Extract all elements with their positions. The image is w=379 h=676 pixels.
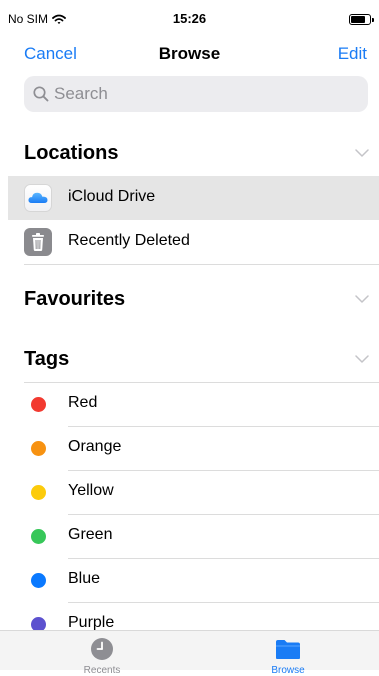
search-placeholder: Search	[54, 84, 108, 104]
search-icon	[32, 85, 50, 103]
tag-color-dot	[31, 397, 46, 412]
section-title-favourites: Favourites	[24, 288, 125, 311]
tag-label: Yellow	[68, 482, 114, 500]
tag-color-dot	[31, 529, 46, 544]
folder-icon	[275, 638, 301, 660]
section-header-tags[interactable]: Tags	[0, 338, 379, 382]
tag-label: Blue	[68, 570, 100, 588]
tab-bar: Recents Browse	[0, 630, 379, 670]
battery-nub	[372, 18, 374, 22]
clock-icon	[90, 637, 114, 661]
status-bar: No SIM 15:26	[0, 0, 379, 40]
navigation-bar: Cancel Browse Edit	[0, 40, 379, 68]
trash-icon	[24, 228, 52, 256]
page-title: Browse	[0, 44, 379, 64]
section-header-locations[interactable]: Locations	[0, 132, 379, 176]
tag-color-dot	[31, 573, 46, 588]
tag-item-red[interactable]: Red	[0, 382, 379, 426]
chevron-down-icon	[355, 148, 369, 158]
edit-button[interactable]: Edit	[338, 44, 367, 64]
location-item-icloud-drive[interactable]: iCloud Drive	[8, 176, 379, 220]
divider	[24, 264, 379, 265]
location-item-recently-deleted[interactable]: Recently Deleted	[0, 220, 379, 264]
status-time: 15:26	[0, 11, 379, 26]
tab-browse[interactable]: Browse	[226, 631, 350, 671]
chevron-down-icon	[355, 354, 369, 364]
tag-color-dot	[31, 441, 46, 456]
tag-item-yellow[interactable]: Yellow	[0, 470, 379, 514]
tab-label: Recents	[40, 665, 164, 676]
battery-icon	[349, 14, 371, 25]
section-title-tags: Tags	[24, 348, 69, 371]
location-label: iCloud Drive	[68, 188, 155, 206]
section-header-favourites[interactable]: Favourites	[0, 278, 379, 322]
chevron-down-icon	[355, 294, 369, 304]
tag-item-blue[interactable]: Blue	[0, 558, 379, 602]
tag-label: Orange	[68, 438, 121, 456]
tag-color-dot	[31, 485, 46, 500]
location-label: Recently Deleted	[68, 232, 190, 250]
tab-recents[interactable]: Recents	[40, 631, 164, 671]
tab-label: Browse	[226, 665, 350, 676]
tag-label: Green	[68, 526, 112, 544]
tag-item-orange[interactable]: Orange	[0, 426, 379, 470]
tag-item-green[interactable]: Green	[0, 514, 379, 558]
tag-label: Red	[68, 394, 97, 412]
icloud-drive-icon	[24, 184, 52, 212]
battery-level	[351, 16, 365, 23]
search-input[interactable]: Search	[24, 76, 368, 112]
section-title-locations: Locations	[24, 142, 118, 165]
